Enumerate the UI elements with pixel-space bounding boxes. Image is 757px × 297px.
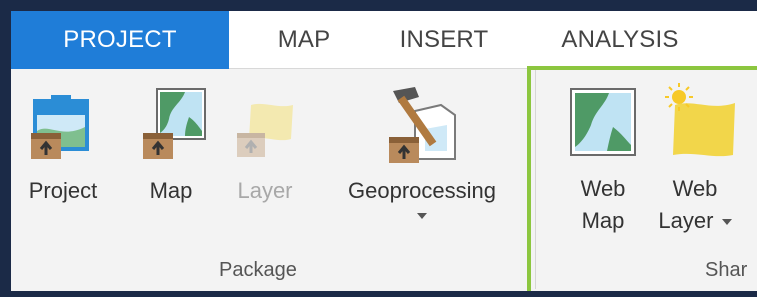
package-geoprocessing-icon bbox=[389, 87, 456, 163]
package-layer-button[interactable]: Layer bbox=[223, 69, 307, 207]
package-project-button[interactable]: Project bbox=[17, 69, 109, 207]
ribbon-tab-bar: PROJECT MAP INSERT ANALYSIS bbox=[11, 11, 757, 69]
tab-project[interactable]: PROJECT bbox=[11, 11, 229, 69]
share-group-highlight bbox=[527, 66, 757, 297]
package-map-label: Map bbox=[149, 178, 193, 203]
package-layer-label: Layer bbox=[237, 178, 293, 203]
package-geoprocessing-label: Geoprocessing bbox=[348, 178, 496, 203]
chevron-down-icon bbox=[417, 213, 427, 219]
package-project-label: Project bbox=[28, 178, 98, 203]
tab-insert[interactable]: INSERT bbox=[389, 11, 499, 69]
package-map-icon bbox=[143, 88, 206, 159]
package-project-icon bbox=[31, 95, 89, 159]
package-geoprocessing-button[interactable]: Geoprocessing bbox=[319, 69, 525, 219]
tab-map[interactable]: MAP bbox=[259, 11, 349, 69]
group-label-package: Package bbox=[219, 259, 297, 281]
tab-analysis[interactable]: ANALYSIS bbox=[545, 11, 695, 69]
package-map-button[interactable]: Map bbox=[129, 69, 213, 207]
package-layer-icon bbox=[237, 103, 293, 157]
